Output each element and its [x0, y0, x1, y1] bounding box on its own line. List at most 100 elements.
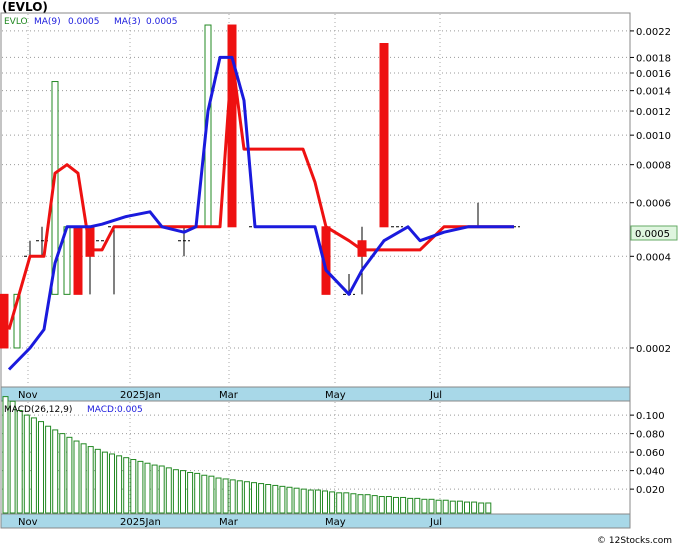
- macd-bar: [187, 471, 194, 514]
- macd-tick-label: 0.080: [636, 430, 665, 441]
- macd-bar: [400, 496, 407, 514]
- macd-bar: [385, 496, 392, 514]
- price-tick-label: 0.0018: [636, 53, 671, 64]
- price-date-label: 2025Jan: [120, 390, 161, 401]
- macd-bar: [343, 492, 350, 514]
- macd-bar: [201, 474, 208, 514]
- macd-bar: [94, 448, 101, 514]
- ma-slow-label: MA(3): [114, 17, 141, 27]
- macd-bar: [23, 414, 30, 514]
- macd-bar: [364, 494, 371, 514]
- macd-label: MACD(26,12,9): [4, 405, 72, 415]
- macd-date-axis: [0, 513, 631, 529]
- credit-label: © 12Stocks.com: [597, 536, 672, 546]
- macd-bar: [52, 429, 59, 514]
- macd-date-label: Nov: [18, 517, 38, 528]
- macd-bar: [322, 490, 328, 514]
- macd-bar: [350, 493, 357, 514]
- candle-down: [0, 293, 9, 349]
- macd-bar: [45, 425, 52, 514]
- macd-bar: [414, 497, 421, 514]
- macd-bar: [329, 491, 336, 514]
- macd-bar: [229, 479, 236, 514]
- macd-bar: [215, 477, 222, 514]
- macd-bar: [109, 453, 115, 514]
- macd-bar: [73, 440, 80, 514]
- price-tick-label: 0.0012: [636, 107, 671, 118]
- macd-bar: [30, 417, 37, 514]
- stock-chart: 0.0002 0.0004 0.0006 0.0008 0.0010 0.0012 0.00…: [0, 0, 678, 546]
- macd-bar: [407, 497, 414, 514]
- macd-bar: [485, 502, 492, 514]
- macd-bar: [208, 475, 215, 514]
- macd-tick-label: 0.060: [636, 448, 665, 459]
- macd-bar: [435, 499, 442, 514]
- macd-bar: [449, 500, 456, 514]
- macd-bar: [478, 502, 485, 514]
- macd-bar: [471, 501, 478, 514]
- macd-bar: [180, 470, 186, 514]
- macd-bar: [123, 457, 130, 514]
- macd-bar: [151, 464, 158, 514]
- macd-bar: [286, 486, 293, 514]
- macd-bar: [137, 460, 144, 514]
- macd-bar: [456, 500, 463, 514]
- macd-bar: [87, 446, 94, 514]
- macd-bar: [428, 498, 435, 514]
- candle-down: [227, 24, 237, 228]
- price-date-label: Jul: [429, 390, 442, 401]
- macd-bar: [130, 459, 137, 514]
- macd-bar: [144, 462, 151, 514]
- macd-bar: [116, 455, 123, 514]
- macd-bar: [442, 499, 449, 514]
- macd-bar: [336, 492, 343, 514]
- price-tick-label: 0.0004: [636, 252, 671, 263]
- macd-bar: [59, 433, 66, 514]
- macd-bar: [421, 498, 428, 514]
- macd-tick-label: 0.020: [636, 485, 665, 496]
- price-panel: [0, 12, 631, 388]
- candle-down: [379, 43, 389, 228]
- macd-bar: [393, 496, 399, 514]
- last-price-label: 0.0005: [635, 229, 670, 240]
- macd-date-label: Mar: [219, 517, 239, 528]
- price-tick-label: 0.0022: [636, 27, 671, 38]
- macd-bar: [265, 484, 272, 514]
- ma-fast-label: MA(9): [34, 17, 61, 27]
- candle-down: [73, 226, 83, 295]
- macd-date-label: Jul: [429, 517, 442, 528]
- price-tick-label: 0.0010: [636, 131, 671, 142]
- macd-bar: [279, 485, 286, 514]
- macd-bar: [293, 487, 300, 514]
- macd-bar: [80, 443, 87, 514]
- macd-date-label: May: [325, 517, 346, 528]
- price-date-label: May: [325, 390, 346, 401]
- ma-fast-value: 0.0005: [68, 17, 100, 27]
- macd-bar: [300, 488, 307, 514]
- macd-bar: [101, 451, 108, 514]
- price-date-label: Nov: [18, 390, 38, 401]
- price-tick-label: 0.0002: [636, 344, 671, 355]
- price-tick-label: 0.0014: [636, 87, 671, 98]
- macd-tick-label: 0.040: [636, 467, 665, 478]
- macd-bar: [222, 478, 229, 514]
- macd-tick-label: 0.100: [636, 411, 665, 422]
- macd-bar: [16, 410, 23, 514]
- macd-bar: [194, 472, 201, 514]
- macd-bar: [236, 480, 243, 514]
- price-tick-label: 0.0006: [636, 199, 671, 210]
- macd-bar: [243, 481, 250, 514]
- macd-bar: [378, 496, 385, 514]
- ticker-label: EVLO: [4, 17, 28, 27]
- macd-bar: [66, 436, 73, 514]
- macd-value: MACD:0.005: [87, 405, 143, 415]
- ma-slow-value: 0.0005: [146, 17, 178, 27]
- macd-date-label: 2025Jan: [120, 517, 161, 528]
- macd-bar: [165, 467, 172, 514]
- macd-bar: [158, 465, 165, 514]
- price-date-axis: [0, 386, 631, 402]
- macd-bar: [307, 489, 314, 514]
- macd-bar: [371, 495, 378, 514]
- macd-bar: [272, 484, 279, 514]
- macd-bar: [9, 400, 16, 514]
